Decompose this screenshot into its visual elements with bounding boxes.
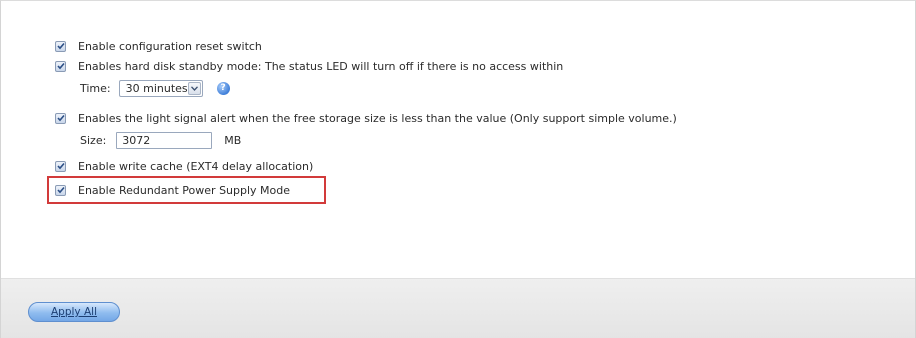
light-alert-size-row: Size: 3072 MB bbox=[80, 131, 242, 149]
option-light-alert: Enables the light signal alert when the … bbox=[55, 110, 677, 126]
checkmark-icon bbox=[56, 62, 65, 70]
chevron-down-icon[interactable] bbox=[187, 81, 201, 95]
standby-time-select[interactable]: 30 minutes bbox=[118, 79, 203, 97]
standby-time-value: 30 minutes bbox=[125, 81, 188, 95]
standby-time-row: Time: 30 minutes ? bbox=[80, 79, 230, 97]
checkmark-icon bbox=[56, 162, 65, 170]
apply-all-button[interactable]: Apply All bbox=[28, 302, 120, 322]
size-unit: MB bbox=[224, 133, 242, 147]
size-input[interactable]: 3072 bbox=[116, 131, 213, 149]
settings-panel: Enable configuration reset switch Enable… bbox=[0, 0, 916, 338]
standby-checkbox[interactable] bbox=[55, 60, 66, 72]
size-label: Size: bbox=[80, 133, 107, 147]
config-reset-label: Enable configuration reset switch bbox=[78, 39, 262, 53]
checkmark-icon bbox=[56, 114, 65, 122]
time-label: Time: bbox=[80, 81, 111, 95]
highlight-box bbox=[47, 176, 326, 204]
write-cache-label: Enable write cache (EXT4 delay allocatio… bbox=[78, 159, 314, 173]
option-config-reset: Enable configuration reset switch bbox=[55, 38, 262, 54]
standby-label: Enables hard disk standby mode: The stat… bbox=[78, 59, 564, 73]
checkmark-icon bbox=[56, 42, 65, 50]
light-alert-checkbox[interactable] bbox=[55, 112, 66, 124]
footer-bar: Apply All bbox=[1, 278, 915, 338]
option-standby: Enables hard disk standby mode: The stat… bbox=[55, 58, 563, 74]
write-cache-checkbox[interactable] bbox=[55, 160, 66, 172]
help-icon[interactable]: ? bbox=[216, 81, 230, 95]
settings-content: Enable configuration reset switch Enable… bbox=[1, 1, 915, 278]
config-reset-checkbox[interactable] bbox=[55, 40, 66, 52]
option-write-cache: Enable write cache (EXT4 delay allocatio… bbox=[55, 158, 313, 174]
light-alert-label: Enables the light signal alert when the … bbox=[78, 111, 677, 125]
